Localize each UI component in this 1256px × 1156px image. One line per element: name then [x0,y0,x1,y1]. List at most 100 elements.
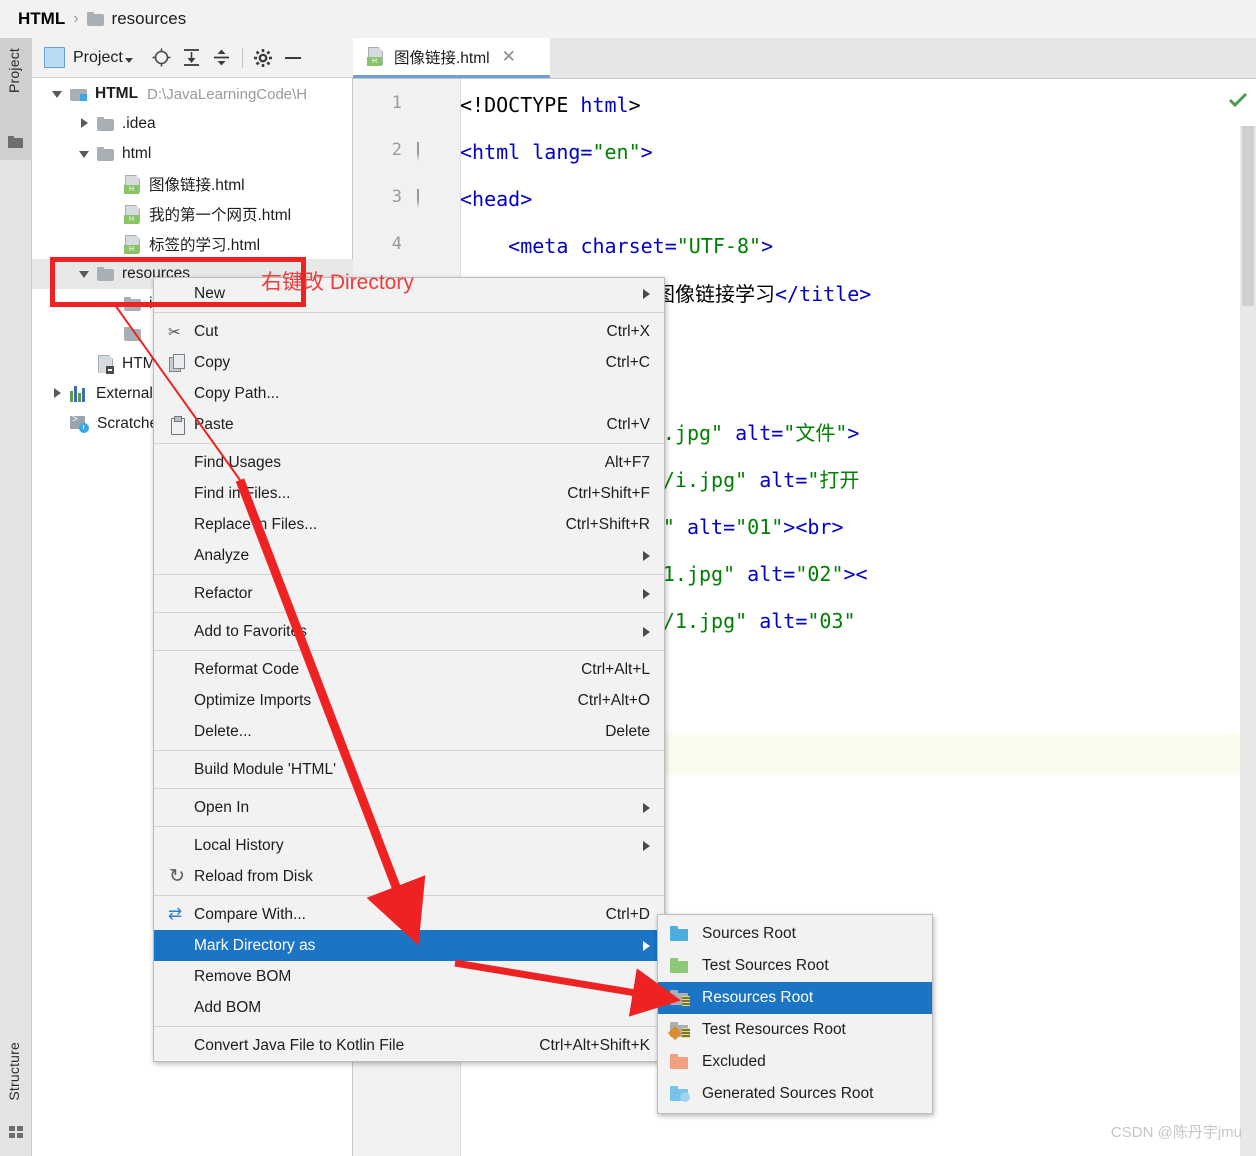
menu-item-label: Find Usages [194,453,282,471]
tree-item[interactable]: H 标签的学习.html [32,229,353,259]
code-token: 图像链接学习 [655,282,775,306]
chevron-down-icon[interactable] [50,87,64,101]
project-toolbar-title[interactable]: Project [73,49,123,67]
menu-item[interactable]: Copy Ctrl+C [154,347,664,378]
menu-item[interactable]: Add to Favorites [154,616,664,647]
menu-item-label: Optimize Imports [194,691,312,709]
tree-item[interactable]: html [32,139,353,169]
folder-icon [124,327,141,341]
rail-button-project[interactable]: Project [0,38,32,160]
module-folder-icon [70,87,87,101]
menu-separator [154,750,664,751]
menu-item[interactable]: Compare With... Ctrl+D [154,899,664,930]
menu-item-label: Local History [194,836,284,854]
menu-separator [154,612,664,613]
code-token: alt= [723,421,784,445]
menu-item[interactable]: Refactor [154,578,664,609]
code-line: 图像链接学习</title> [655,282,871,306]
code-token: <!DOCTYPE [460,93,581,117]
tree-item[interactable]: H 我的第一个网页.html [32,199,353,229]
menu-item-label: Paste [194,415,234,433]
mark-directory-as-submenu[interactable]: Sources Root Test Sources Root Resources R… [657,914,933,1114]
scratch-icon [70,414,89,433]
submenu-item[interactable]: Generated Sources Root [658,1078,932,1110]
chevron-right-icon[interactable] [50,387,64,401]
menu-separator [154,788,664,789]
expand-all-icon[interactable] [177,43,207,73]
tree-item[interactable]: HTML D:\JavaLearningCode\H [32,79,353,109]
menu-item[interactable]: Build Module 'HTML' [154,754,664,785]
tree-item-label: 图像链接.html [149,177,245,194]
tree-item[interactable]: H 图像链接.html [32,169,353,199]
menu-item[interactable]: Open In [154,792,664,823]
tree-item-path: D:\JavaLearningCode\H [147,85,308,103]
locate-icon[interactable] [147,43,177,73]
code-fold-icon[interactable] [417,142,433,161]
menu-item-shortcut: Alt+F7 [604,453,650,471]
submenu-item[interactable]: Test Resources Root [658,1014,932,1046]
code-line: <html lang="en"> [460,140,653,164]
chevron-down-icon[interactable] [124,58,133,63]
submenu-item-label: Generated Sources Root [702,1085,874,1102]
menu-item[interactable]: Cut Ctrl+X [154,316,664,347]
folder-icon [86,12,104,26]
menu-item[interactable]: Analyze [154,540,664,571]
tab-image-link-html[interactable]: H 图像链接.html ✕ [353,38,550,78]
html-file-icon: H [124,174,141,194]
submenu-item[interactable]: Test Sources Root [658,950,932,982]
menu-item-label: Copy Path... [194,384,280,402]
menu-item-shortcut: Ctrl+Alt+L [581,660,650,678]
menu-item[interactable]: Delete... Delete [154,716,664,747]
tree-item-label: .idea [122,115,156,132]
rail-button-structure[interactable]: Structure [0,1020,32,1156]
menu-item-label: Copy [194,353,231,371]
compare-icon [168,904,188,925]
submenu-item[interactable]: Resources Root [658,982,932,1014]
code-token: > [761,234,774,258]
gear-icon[interactable] [248,43,278,73]
code-token: "03" [807,609,856,633]
menu-item[interactable]: Local History [154,830,664,861]
menu-item[interactable]: Reformat Code Ctrl+Alt+L [154,654,664,685]
menu-item[interactable]: Mark Directory as [154,930,664,961]
code-token: < [460,234,521,258]
code-fold-icon[interactable] [417,189,433,208]
menu-item[interactable]: Replace in Files... Ctrl+Shift+R [154,509,664,540]
breadcrumb-folder[interactable]: resources [112,9,187,29]
menu-item[interactable]: Add BOM [154,992,664,1023]
menu-item[interactable]: Convert Java File to Kotlin File Ctrl+Alt… [154,1030,664,1061]
iml-file-icon [97,354,114,374]
code-token: alt= [735,562,796,586]
chevron-down-icon[interactable] [77,147,91,161]
menu-separator [154,895,664,896]
menu-item[interactable]: Paste Ctrl+V [154,409,664,440]
code-token: > [847,421,860,445]
menu-item-label: Add to Favorites [194,622,307,640]
chevron-right-icon[interactable] [77,117,91,131]
tree-item[interactable]: .idea [32,109,353,139]
code-token: "en" [592,140,641,164]
collapse-all-icon[interactable] [207,43,237,73]
submenu-item-label: Sources Root [702,925,796,942]
menu-item[interactable]: Reload from Disk [154,861,664,892]
test-sources-root-folder-icon [670,958,690,974]
menu-item[interactable]: Optimize Imports Ctrl+Alt+O [154,685,664,716]
close-icon[interactable]: ✕ [502,48,516,65]
scrollbar-thumb[interactable] [1242,126,1254,306]
menu-item[interactable]: Find Usages Alt+F7 [154,447,664,478]
menu-item-label: Replace in Files... [194,515,318,533]
chevron-right-icon [643,840,650,851]
editor-scrollbar[interactable] [1240,126,1256,1156]
line-number: 4 [391,234,402,254]
menu-item[interactable]: Copy Path... [154,378,664,409]
toolbar-divider [241,47,243,68]
menu-item[interactable]: Remove BOM [154,961,664,992]
breadcrumb: HTML › resources [0,0,1256,38]
menu-item-label: Find in Files... [194,484,291,502]
submenu-item[interactable]: Sources Root [658,918,932,950]
hide-panel-icon[interactable] [278,43,308,73]
breadcrumb-root[interactable]: HTML [18,9,65,29]
context-menu[interactable]: NewCutCtrl+XCopyCtrl+CCopy Path...PasteC… [153,277,665,1062]
submenu-item[interactable]: Excluded [658,1046,932,1078]
menu-item[interactable]: Find in Files... Ctrl+Shift+F [154,478,664,509]
